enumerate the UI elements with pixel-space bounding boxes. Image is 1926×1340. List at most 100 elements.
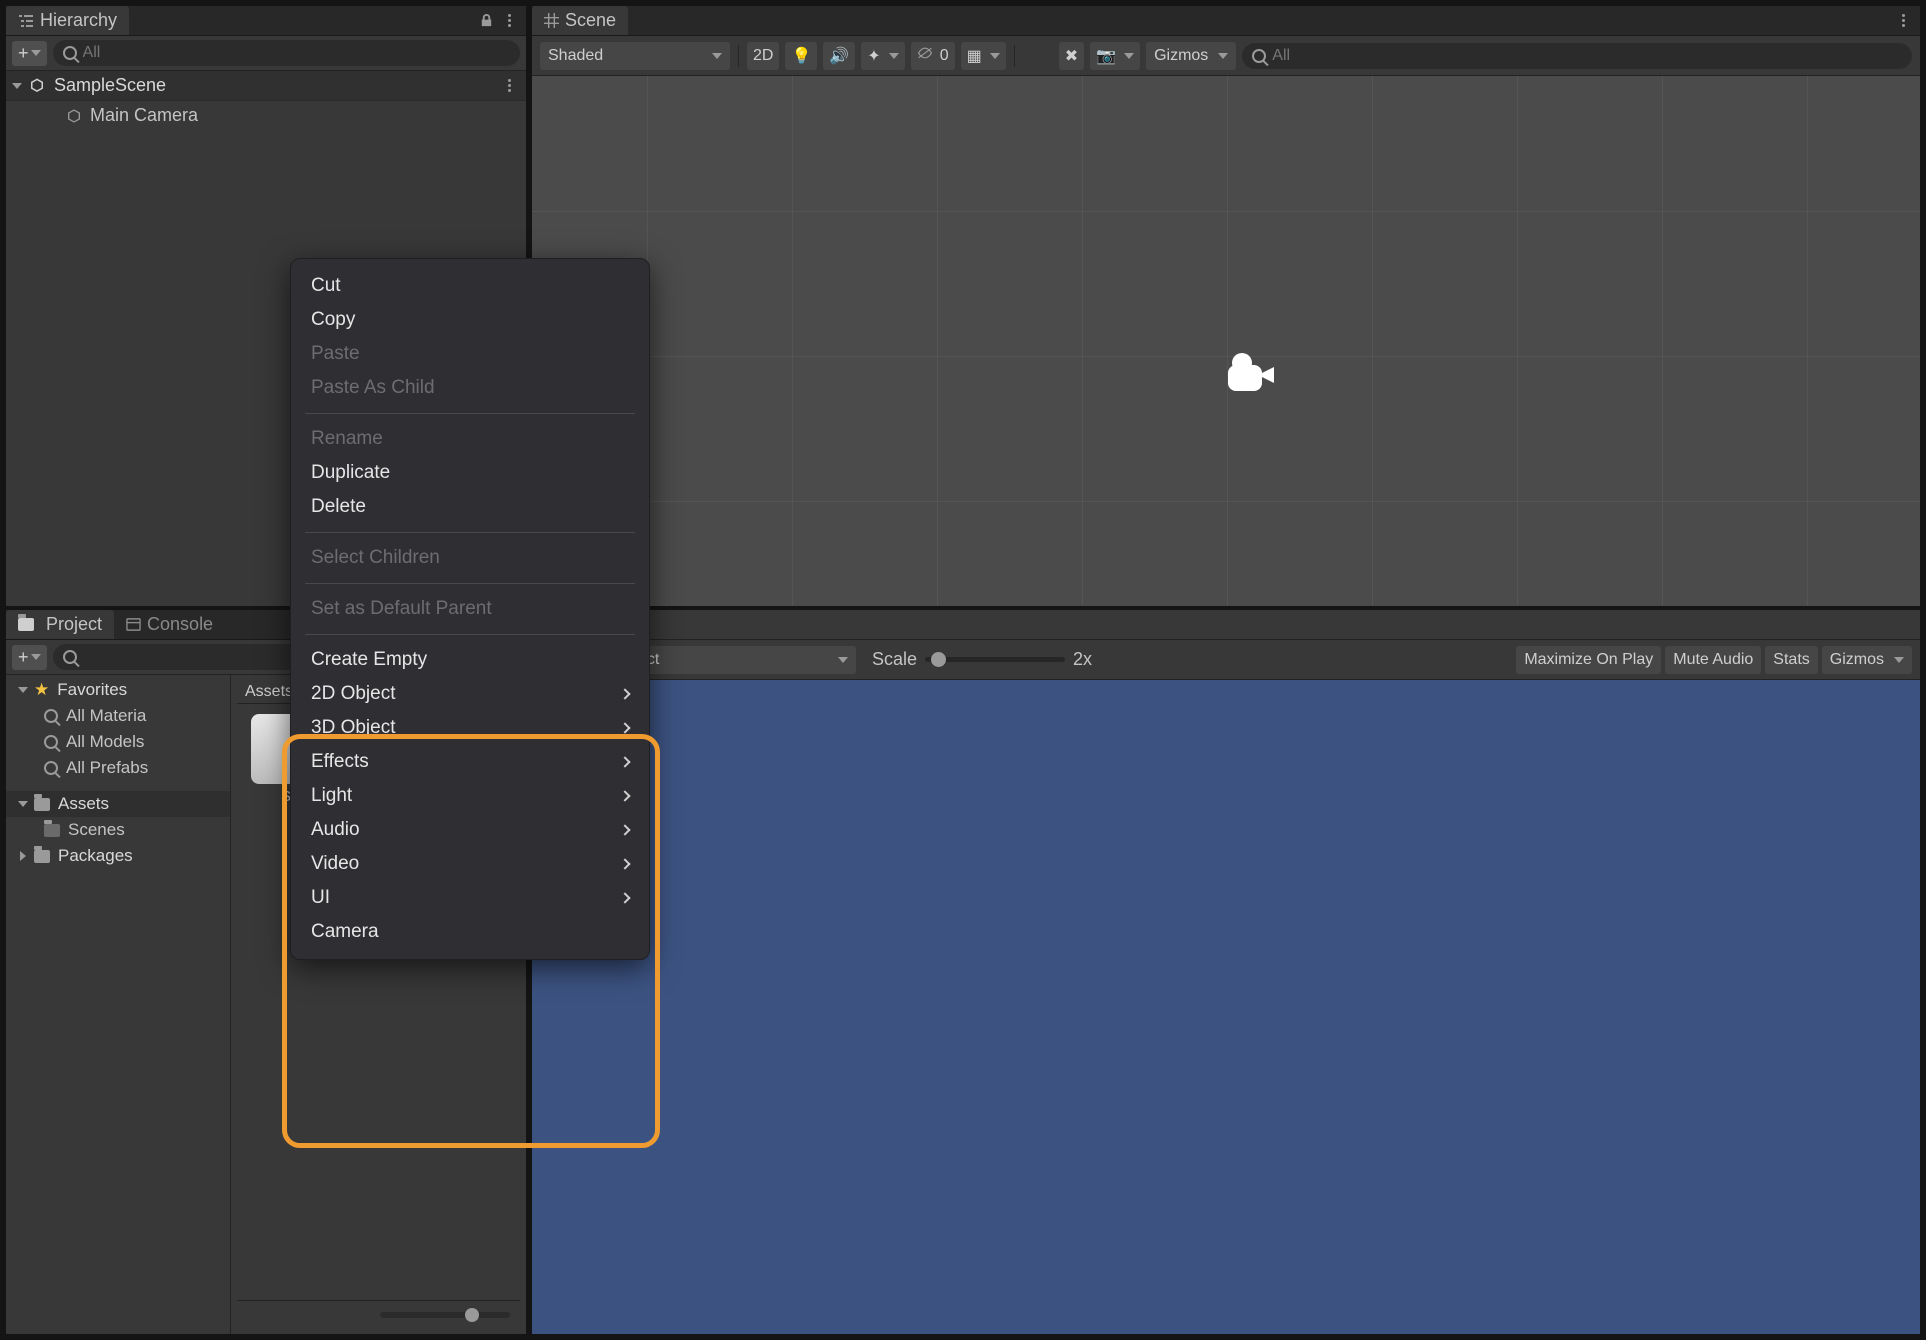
- console-icon: [126, 617, 141, 632]
- grid-dropdown[interactable]: ▦: [961, 42, 1006, 70]
- context-menu-item[interactable]: Delete: [291, 490, 649, 524]
- scene-item[interactable]: SampleScene: [6, 71, 526, 101]
- caret-down-icon: [838, 657, 848, 663]
- scene-viewport[interactable]: [532, 76, 1920, 606]
- packages-header[interactable]: Packages: [6, 843, 230, 869]
- context-menu-item[interactable]: Cut: [291, 269, 649, 303]
- unity-icon: [28, 77, 46, 95]
- asset-zoom-slider[interactable]: [380, 1312, 510, 1318]
- caret-down-icon: [1894, 657, 1904, 663]
- caret-down-icon: [1124, 53, 1134, 59]
- gameobject-item[interactable]: Main Camera: [6, 101, 526, 130]
- favorite-item[interactable]: All Materia: [6, 703, 230, 729]
- scale-slider[interactable]: [925, 657, 1065, 662]
- 2d-toggle[interactable]: 2D: [747, 42, 779, 70]
- assets-header[interactable]: Assets: [6, 791, 230, 817]
- tools-button[interactable]: ✖: [1059, 42, 1084, 70]
- gizmos-dropdown[interactable]: Gizmos: [1146, 42, 1236, 70]
- chevron-right-icon: [619, 790, 630, 801]
- console-tab[interactable]: Console: [114, 610, 225, 639]
- context-menu-item[interactable]: Video: [291, 847, 649, 881]
- stats-button[interactable]: Stats: [1765, 646, 1817, 674]
- scene-grid: [532, 76, 1920, 606]
- create-button[interactable]: +: [12, 41, 47, 66]
- folder-item[interactable]: Scenes: [6, 817, 230, 843]
- scene-search[interactable]: [1242, 43, 1912, 69]
- context-menu-item: Set as Default Parent: [291, 592, 649, 626]
- fx-icon: ✦: [867, 46, 880, 66]
- context-menu-item[interactable]: 2D Object: [291, 677, 649, 711]
- create-asset-button[interactable]: +: [12, 645, 47, 670]
- context-menu-label: Light: [311, 785, 352, 807]
- context-menu-item[interactable]: Copy: [291, 303, 649, 337]
- lock-icon[interactable]: [479, 13, 494, 28]
- context-menu: CutCopyPastePaste As ChildRenameDuplicat…: [290, 258, 650, 960]
- foldout-icon[interactable]: [18, 801, 28, 807]
- context-menu-label: Camera: [311, 921, 379, 943]
- favorites-header[interactable]: ★ Favorites: [6, 677, 230, 703]
- hierarchy-search-input[interactable]: [83, 44, 510, 62]
- foldout-icon[interactable]: [18, 687, 28, 693]
- context-menu-label: Rename: [311, 428, 383, 450]
- cube-icon: [66, 108, 82, 124]
- lighting-toggle[interactable]: 💡: [785, 42, 817, 70]
- scene-search-input[interactable]: [1272, 47, 1902, 65]
- context-menu-item[interactable]: 3D Object: [291, 711, 649, 745]
- scene-menu-icon[interactable]: [500, 79, 518, 92]
- scene-label: SampleScene: [54, 75, 166, 96]
- context-menu-label: Video: [311, 853, 359, 875]
- camera-dropdown[interactable]: 📷: [1090, 42, 1140, 70]
- scene-tab-label: Scene: [565, 10, 616, 31]
- chevron-right-icon: [619, 722, 630, 733]
- plus-icon: +: [18, 43, 29, 64]
- gameobject-label: Main Camera: [90, 105, 198, 126]
- game-gizmos-dropdown[interactable]: Gizmos: [1822, 646, 1912, 674]
- context-menu-item[interactable]: UI: [291, 881, 649, 915]
- caret-down-icon: [31, 654, 41, 660]
- audio-toggle[interactable]: 🔊: [823, 42, 855, 70]
- context-menu-item: Rename: [291, 422, 649, 456]
- game-viewport[interactable]: [532, 680, 1920, 1334]
- foldout-icon[interactable]: [20, 851, 26, 861]
- caret-down-icon: [1218, 53, 1228, 59]
- plus-icon: +: [18, 647, 29, 668]
- context-menu-item: Paste As Child: [291, 371, 649, 405]
- context-menu-item[interactable]: Create Empty: [291, 643, 649, 677]
- maximize-on-play-button[interactable]: Maximize On Play: [1516, 646, 1661, 674]
- camera-gizmo-icon[interactable]: [1222, 351, 1276, 400]
- context-menu-item[interactable]: Camera: [291, 915, 649, 949]
- project-tab[interactable]: Project: [6, 610, 114, 639]
- mute-audio-button[interactable]: Mute Audio: [1665, 646, 1761, 674]
- context-menu-label: Paste As Child: [311, 377, 435, 399]
- hierarchy-tab-label: Hierarchy: [40, 10, 117, 31]
- context-menu-item[interactable]: Effects: [291, 745, 649, 779]
- hierarchy-search[interactable]: [53, 40, 520, 66]
- context-menu-separator: [305, 413, 635, 414]
- panel-menu-icon[interactable]: [1894, 14, 1912, 27]
- context-menu-item[interactable]: Duplicate: [291, 456, 649, 490]
- context-menu-label: Cut: [311, 275, 341, 297]
- caret-down-icon: [712, 53, 722, 59]
- hidden-count[interactable]: 0: [911, 42, 955, 70]
- scale-value: 2x: [1073, 649, 1092, 670]
- context-menu-separator: [305, 583, 635, 584]
- foldout-icon[interactable]: [12, 83, 22, 89]
- scene-panel: Scene Shaded 2D 💡 🔊 ✦ 0: [532, 6, 1920, 606]
- hierarchy-tab[interactable]: Hierarchy: [6, 6, 129, 35]
- panel-menu-icon[interactable]: [500, 14, 518, 27]
- context-menu-label: 3D Object: [311, 717, 395, 739]
- favorite-item[interactable]: All Prefabs: [6, 755, 230, 781]
- favorite-item[interactable]: All Models: [6, 729, 230, 755]
- context-menu-item[interactable]: Light: [291, 779, 649, 813]
- search-icon: [44, 709, 58, 723]
- context-menu-item[interactable]: Audio: [291, 813, 649, 847]
- shading-mode-dropdown[interactable]: Shaded: [540, 42, 730, 70]
- chevron-right-icon: [619, 756, 630, 767]
- scene-tab[interactable]: Scene: [532, 6, 628, 35]
- project-sidebar: ★ Favorites All Materia All Models All P…: [6, 675, 231, 1334]
- caret-down-icon: [990, 53, 1000, 59]
- fx-dropdown[interactable]: ✦: [861, 42, 904, 70]
- context-menu-label: Select Children: [311, 547, 440, 569]
- context-menu-label: Delete: [311, 496, 366, 518]
- context-menu-separator: [305, 532, 635, 533]
